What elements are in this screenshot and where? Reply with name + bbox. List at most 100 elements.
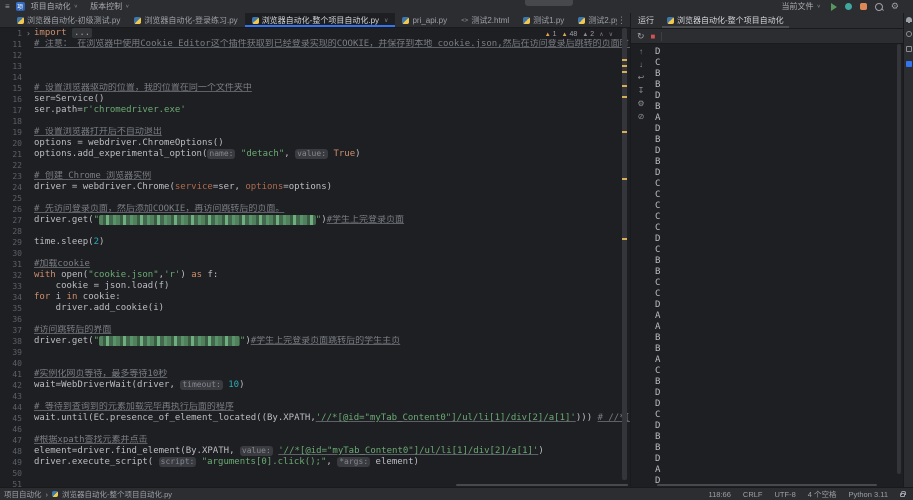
tab-active-file[interactable]: 浏览器自动化-整个项目自动化.py ∨	[244, 13, 396, 27]
soft-wrap-icon[interactable]: ↩	[638, 73, 645, 82]
code-line[interactable]: 1 › import ...	[0, 28, 630, 39]
code-line[interactable]: 46	[0, 424, 630, 435]
run-config-selector[interactable]: 当前文件 ∨	[782, 1, 821, 12]
code-line[interactable]: 17 ser.path=r'chromedriver.exe'	[0, 105, 630, 116]
code-line[interactable]: 47 #根据xpath查找元素并点击	[0, 435, 630, 446]
line-number[interactable]: 26	[0, 204, 26, 215]
line-number[interactable]: 11	[0, 39, 26, 50]
line-number[interactable]: 39	[0, 347, 26, 358]
line-number[interactable]: 22	[0, 160, 26, 171]
code-line[interactable]: 36	[0, 314, 630, 325]
line-number[interactable]: 29	[0, 237, 26, 248]
line-number[interactable]: 41	[0, 369, 26, 380]
clear-console-icon[interactable]: ⊘	[638, 112, 645, 121]
line-number[interactable]: 44	[0, 402, 26, 413]
line-number[interactable]: 46	[0, 424, 26, 435]
tab-file[interactable]: 测试2.py	[571, 13, 617, 27]
error-badge[interactable]: ▲ 1	[545, 31, 557, 38]
code-line[interactable]: 48 element=driver.find_element(By.XPATH, …	[0, 446, 630, 457]
line-number[interactable]: 40	[0, 358, 26, 369]
scroll-down-icon[interactable]: ↓	[639, 60, 643, 69]
line-number[interactable]: 35	[0, 303, 26, 314]
indent-style[interactable]: 4 个空格	[808, 489, 837, 500]
line-number[interactable]: 47	[0, 435, 26, 446]
code-line[interactable]: 16 ser=Service()	[0, 94, 630, 105]
code-line[interactable]: 14	[0, 72, 630, 83]
code-line[interactable]: 29 time.sleep(2)	[0, 237, 630, 248]
line-number[interactable]: 42	[0, 380, 26, 391]
tab-file[interactable]: 浏览器自动化-初级测试.py	[10, 13, 127, 27]
code-line[interactable]: 27 driver.get(" ")#学生上完登录页面	[0, 215, 630, 226]
code-line[interactable]: 24 driver = webdriver.Chrome(service=ser,…	[0, 182, 630, 193]
line-number[interactable]: 18	[0, 116, 26, 127]
code-line[interactable]: 34 for i in cookie:	[0, 292, 630, 303]
code-line[interactable]: 45 wait.until(EC.presence_of_element_loca…	[0, 413, 630, 424]
tab-file[interactable]: <> 测试2.html	[454, 13, 516, 27]
code-line[interactable]: 15 # 设置浏览器驱动的位置，我的位置在同一个文件夹中	[0, 83, 630, 94]
line-number[interactable]: 23	[0, 171, 26, 182]
code-line[interactable]: 22	[0, 160, 630, 171]
console-settings-icon[interactable]: ⚙	[637, 99, 644, 108]
line-number[interactable]: 32	[0, 270, 26, 281]
breadcrumb[interactable]: 项目自动化 › 浏览器自动化-整个项目自动化.py	[4, 489, 172, 500]
line-number[interactable]: 19	[0, 127, 26, 138]
tab-file[interactable]: pri_api.py	[395, 13, 454, 27]
line-number[interactable]: 37	[0, 325, 26, 336]
line-number[interactable]: 15	[0, 83, 26, 94]
line-number[interactable]: 21	[0, 149, 26, 160]
line-number[interactable]: 14	[0, 72, 26, 83]
vcs-selector[interactable]: 版本控制 ∨	[90, 1, 129, 12]
code-line[interactable]: 21 options.add_experimental_option(name: …	[0, 149, 630, 160]
line-number[interactable]: 16	[0, 94, 26, 105]
ai-assistant-icon[interactable]	[905, 31, 912, 37]
line-number[interactable]: 45	[0, 413, 26, 424]
code-line[interactable]: 38 driver.get(" ")#学生上完登录页面跳转后的学生主页	[0, 336, 630, 347]
file-encoding[interactable]: UTF-8	[775, 490, 796, 499]
line-number[interactable]: 24	[0, 182, 26, 193]
line-number[interactable]: 31	[0, 259, 26, 270]
code-line[interactable]: 35 driver.add_cookie(i)	[0, 303, 630, 314]
code-line[interactable]: 19 # 设置浏览器打开后不自动退出	[0, 127, 630, 138]
console-vertical-scrollbar[interactable]	[897, 44, 901, 474]
caret-position[interactable]: 118:66	[709, 490, 731, 499]
code-line[interactable]: 30	[0, 248, 630, 259]
line-number[interactable]: 51	[0, 479, 26, 487]
profile-button[interactable]	[859, 3, 867, 10]
typo-badge[interactable]: ▲ 2	[582, 31, 594, 38]
settings-icon[interactable]: ⚙	[891, 2, 899, 11]
main-menu-icon[interactable]: ≡	[5, 2, 10, 11]
code-line[interactable]: 26 # 先访问登录页面，然后添加COOKIE，再访问跳转后的页面。	[0, 204, 630, 215]
stop-icon[interactable]: ■	[651, 32, 656, 41]
code-line[interactable]: 41 #实例化网页等待，最多等待10秒	[0, 369, 630, 380]
notifications-icon[interactable]	[905, 17, 912, 23]
readonly-lock-icon[interactable]	[900, 491, 906, 497]
editor-vertical-scrollbar[interactable]	[622, 28, 627, 480]
line-number[interactable]: 13	[0, 61, 26, 72]
console-horizontal-scrollbar[interactable]	[657, 484, 877, 486]
code-line[interactable]: 20 options = webdriver.ChromeOptions()	[0, 138, 630, 149]
scroll-to-end-icon[interactable]: ↧	[638, 86, 645, 95]
code-editor[interactable]: 1 › import ... 11 # 注意： 在浏览器中使用Cookie Editor…	[0, 28, 630, 487]
line-number[interactable]: 48	[0, 446, 26, 457]
run-console-tab[interactable]: 浏览器自动化-整个项目自动化	[662, 13, 789, 28]
line-number[interactable]: 49	[0, 457, 26, 468]
line-separator[interactable]: CRLF	[743, 490, 763, 499]
prev-issue-icon[interactable]: ∧	[599, 31, 603, 38]
code-line[interactable]: 32 with open("cookie.json",'r') as f:	[0, 270, 630, 281]
search-icon[interactable]	[874, 2, 883, 11]
code-line[interactable]: 13	[0, 61, 630, 72]
line-number[interactable]: 34	[0, 292, 26, 303]
breadcrumb-root[interactable]: 项目自动化	[4, 489, 42, 500]
code-line[interactable]: 12	[0, 50, 630, 61]
code-line[interactable]: 18	[0, 116, 630, 127]
console-output[interactable]: DCBBDBADBDBDCCCCCDCBBCCDAABBACBDDCDBBDAD…	[655, 44, 893, 483]
inspections-widget[interactable]: ▲ 1 ▲ 48 ▲ 2 ∧ ∨	[541, 30, 616, 39]
next-issue-icon[interactable]: ∨	[609, 31, 613, 38]
code-line[interactable]: 25	[0, 193, 630, 204]
run-button[interactable]	[830, 2, 837, 11]
code-line[interactable]: 23 # 创建 Chrome 浏览器实例	[0, 171, 630, 182]
tab-file[interactable]: 测试1.py	[516, 13, 571, 27]
more-tabs-icon[interactable]: ⋮	[617, 15, 630, 26]
line-number[interactable]: 20	[0, 138, 26, 149]
code-line[interactable]: 43	[0, 391, 630, 402]
